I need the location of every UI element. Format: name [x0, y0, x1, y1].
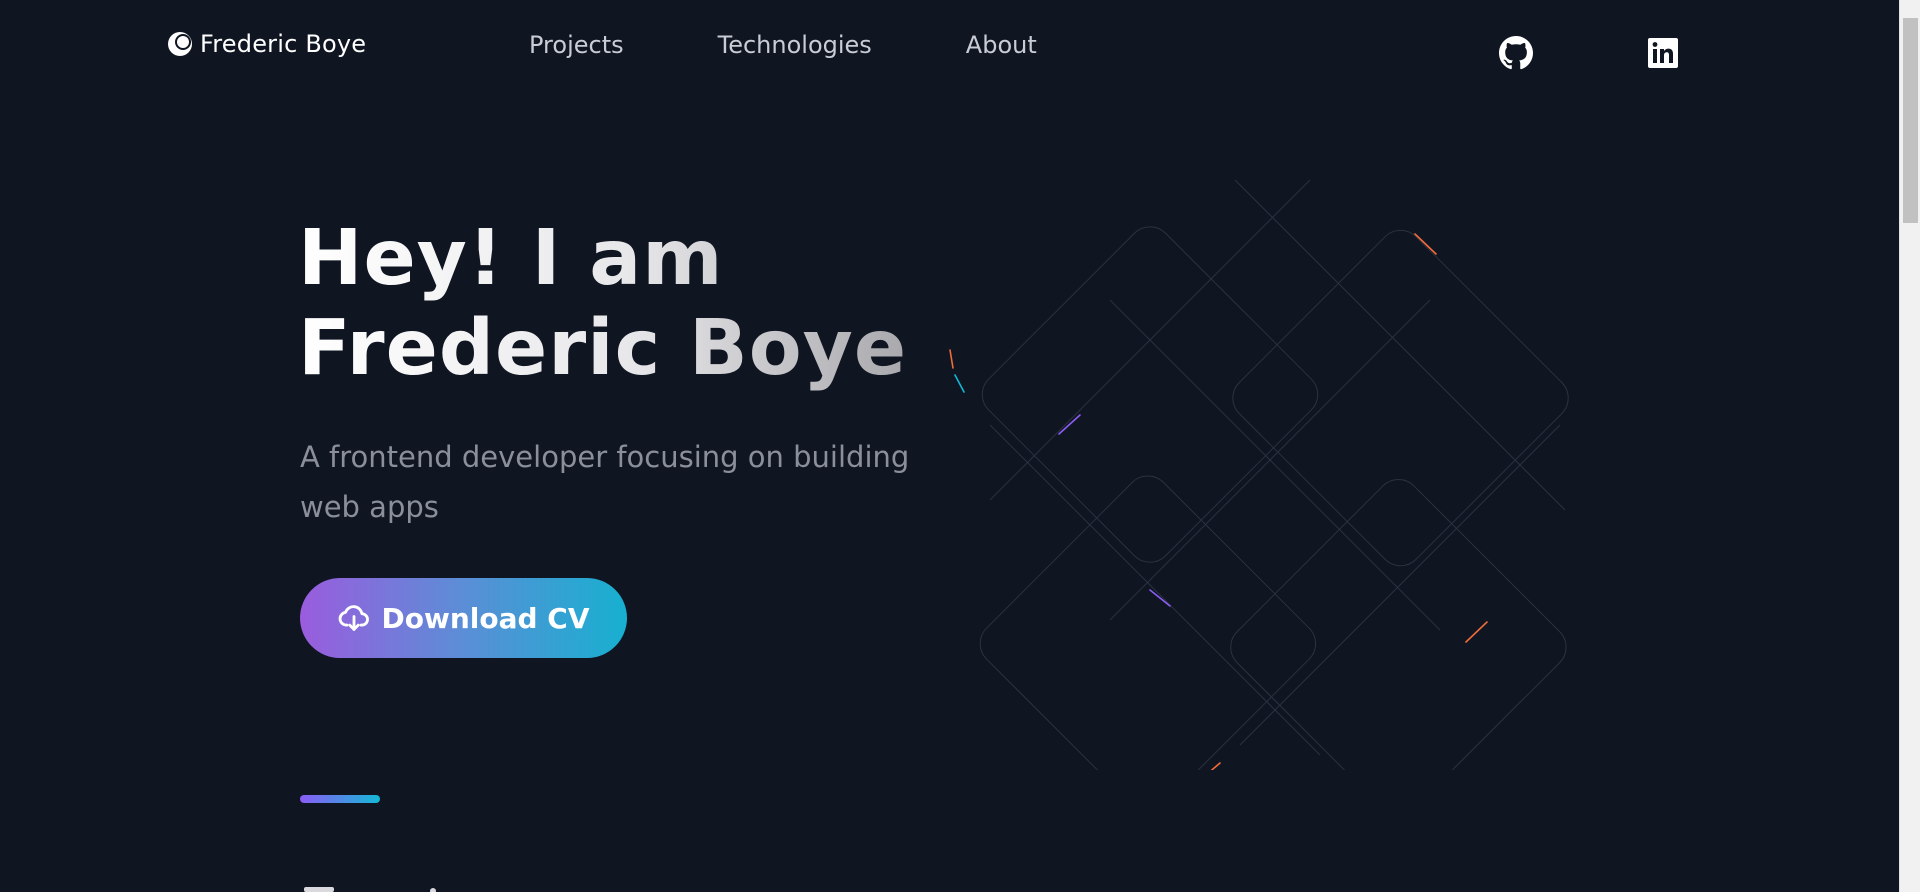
grid-square-bottom-left	[979, 475, 1317, 770]
page-scrollbar[interactable]	[1899, 0, 1920, 892]
grid-square-bottom-right	[1230, 478, 1567, 770]
download-cv-label: Download CV	[381, 601, 590, 635]
download-cv-button[interactable]: Download CV	[300, 578, 627, 658]
cloud-download-icon	[337, 601, 371, 635]
linkedin-icon	[1648, 38, 1678, 68]
linkedin-link[interactable]	[1646, 36, 1680, 70]
hero-title: Hey! I am Frederic Boye	[298, 214, 907, 394]
scrollbar-thumb[interactable]	[1903, 18, 1918, 223]
decorative-grid-graphic	[949, 179, 1569, 770]
nav-technologies-link[interactable]: Technologies	[718, 31, 872, 59]
crescent-logo-icon	[166, 30, 194, 58]
github-icon	[1499, 36, 1533, 70]
logo-text: Frederic Boye	[200, 30, 367, 58]
main-nav: Projects Technologies About	[529, 28, 1037, 62]
nav-about-link[interactable]: About	[966, 31, 1037, 59]
hero-title-line-1: Hey! I am	[298, 214, 724, 303]
nav-projects-link[interactable]: Projects	[529, 31, 624, 59]
next-section-heading	[300, 880, 440, 892]
page: Frederic Boye Projects Technologies Abou…	[0, 0, 1920, 892]
github-link[interactable]	[1499, 36, 1533, 70]
section-accent-bar	[300, 795, 380, 803]
hero-title-line-2: Frederic Boye	[298, 304, 908, 393]
logo-link[interactable]: Frederic Boye	[166, 28, 366, 60]
hero-subtitle: A frontend developer focusing on buildin…	[300, 440, 910, 524]
grid-square-left	[981, 226, 1319, 563]
grid-square-right	[1232, 229, 1569, 567]
